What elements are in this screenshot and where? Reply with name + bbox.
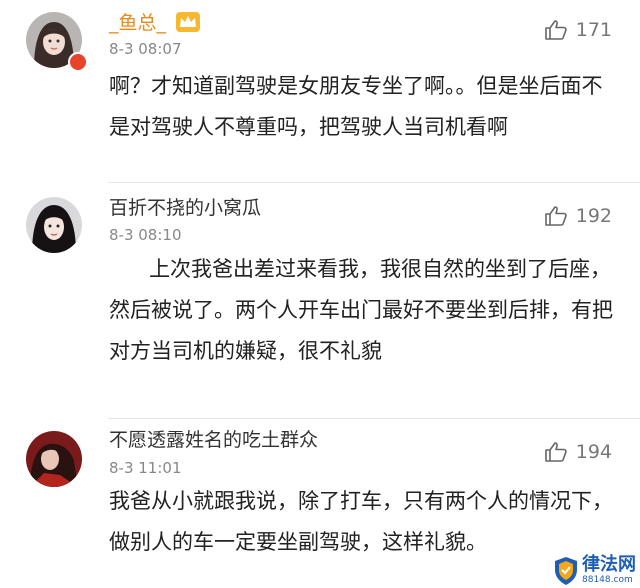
thumbs-up-icon: [544, 206, 567, 226]
site-watermark: 律法网 88148.com: [553, 555, 636, 586]
like-button[interactable]: 171: [544, 18, 612, 42]
comment-text: 上次我爸出差过来看我，我很自然的坐到了后座，然后被说了。两个人开车出门最好不要坐…: [109, 257, 613, 363]
thumbs-up-icon: [544, 20, 567, 40]
thumbs-up-icon: [544, 442, 567, 462]
comment-item: _鱼总_ 8-3 08:07 171 啊？才知道副驾驶是女朋友专坐了啊。。但是坐…: [0, 0, 640, 182]
comment-time: 8-3 11:01: [109, 459, 182, 477]
user-name[interactable]: _鱼总_: [109, 12, 201, 34]
comment-item: 不愿透露姓名的吃土群众 8-3 11:01 194 我爸从小就跟我说，除了打车，…: [0, 419, 640, 588]
watermark-brand: 律法网: [582, 554, 636, 575]
female-avatar-icon: [26, 431, 82, 487]
like-button[interactable]: 194: [544, 440, 612, 464]
user-name[interactable]: 不愿透露姓名的吃土群众: [109, 429, 318, 451]
comment-time: 8-3 08:07: [109, 40, 182, 58]
shield-logo-icon: [555, 556, 577, 585]
comment-text: 啊？才知道副驾驶是女朋友专坐了啊。。但是坐后面不是对驾驶人不尊重吗，把驾驶人当司…: [109, 74, 603, 139]
comment-item: 百折不挠的小窝瓜 8-3 08:10 192 上次我爸出差过来看我，我很自然的坐…: [0, 183, 640, 418]
vip-badge-icon: [68, 52, 88, 72]
like-count: 192: [575, 205, 612, 227]
comment-time: 8-3 08:10: [109, 226, 182, 244]
user-name-text: _鱼总_: [109, 12, 167, 34]
like-count: 194: [575, 441, 612, 463]
user-name[interactable]: 百折不挠的小窝瓜: [109, 197, 261, 219]
female-avatar-icon: [26, 197, 82, 253]
like-count: 171: [575, 19, 612, 41]
like-button[interactable]: 192: [544, 204, 612, 228]
crown-icon: [176, 12, 201, 32]
avatar[interactable]: [26, 431, 82, 487]
avatar[interactable]: [26, 197, 82, 253]
watermark-url: 88148.com: [582, 575, 633, 585]
comment-text: 我爸从小就跟我说，除了打车，只有两个人的情况下，做别人的车一定要坐副驾驶，这样礼…: [109, 489, 613, 554]
